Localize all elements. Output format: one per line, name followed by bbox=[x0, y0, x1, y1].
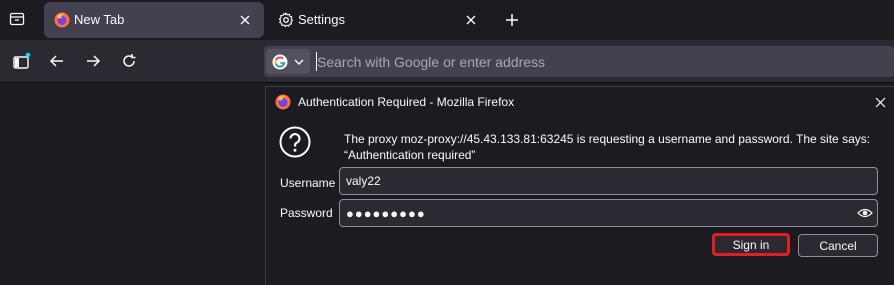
cancel-label: Cancel bbox=[819, 238, 857, 253]
forward-button[interactable] bbox=[81, 49, 105, 73]
sidebar-icon bbox=[13, 52, 31, 69]
dialog-title: Authentication Required - Mozilla Firefo… bbox=[298, 95, 515, 109]
search-engine-button[interactable] bbox=[266, 49, 310, 74]
username-field[interactable]: valy22 bbox=[339, 167, 878, 195]
dialog-message: The proxy moz-proxy://45.43.133.81:63245… bbox=[344, 131, 889, 163]
cancel-button[interactable]: Cancel bbox=[798, 234, 878, 257]
reload-icon bbox=[123, 54, 136, 67]
plus-icon bbox=[506, 14, 518, 26]
close-icon bbox=[240, 15, 250, 25]
tab-label: Settings bbox=[298, 12, 345, 27]
close-icon bbox=[466, 15, 476, 25]
close-icon bbox=[875, 97, 885, 107]
tab-close-button[interactable] bbox=[234, 9, 256, 31]
firefox-view-button[interactable] bbox=[6, 8, 28, 30]
eye-icon[interactable] bbox=[857, 206, 873, 220]
url-placeholder[interactable]: Search with Google or enter address bbox=[317, 54, 545, 70]
username-value: valy22 bbox=[346, 174, 381, 188]
forward-arrow-icon bbox=[87, 55, 101, 67]
password-value: ●●●●●●●●● bbox=[346, 205, 426, 221]
reload-button[interactable] bbox=[117, 49, 141, 73]
google-icon bbox=[272, 54, 288, 70]
dialog-message-line: The proxy moz-proxy://45.43.133.81:63245… bbox=[344, 132, 871, 146]
tab-new-tab[interactable]: New Tab bbox=[44, 2, 264, 38]
tab-settings[interactable]: Settings bbox=[268, 2, 492, 38]
username-label: Username bbox=[280, 176, 336, 190]
auth-dialog: Authentication Required - Mozilla Firefo… bbox=[265, 86, 894, 285]
tab-close-button[interactable] bbox=[460, 9, 482, 31]
tab-label: New Tab bbox=[74, 12, 125, 27]
nav-bar: Search with Google or enter address bbox=[0, 40, 894, 83]
url-bar[interactable]: Search with Google or enter address bbox=[264, 46, 894, 77]
sign-in-label: Sign in bbox=[732, 237, 770, 252]
sidebar-button[interactable] bbox=[9, 49, 33, 73]
dialog-close-button[interactable] bbox=[869, 91, 891, 113]
password-label: Password bbox=[280, 206, 333, 220]
gear-icon bbox=[278, 12, 294, 28]
firefox-icon bbox=[275, 94, 291, 110]
password-field[interactable]: ●●●●●●●●● bbox=[339, 199, 878, 227]
dialog-message-line: “Authentication required” bbox=[344, 148, 476, 162]
back-arrow-icon bbox=[49, 55, 63, 67]
back-button[interactable] bbox=[45, 49, 69, 73]
question-icon bbox=[279, 126, 311, 158]
tab-bar: New Tab Settings bbox=[0, 0, 894, 40]
new-tab-button[interactable] bbox=[500, 8, 524, 32]
dialog-titlebar: Authentication Required - Mozilla Firefo… bbox=[266, 87, 894, 117]
firefox-icon bbox=[54, 12, 70, 28]
sign-in-button[interactable]: Sign in bbox=[712, 233, 790, 256]
firefox-view-icon bbox=[9, 12, 25, 26]
chevron-down-icon bbox=[294, 59, 304, 65]
